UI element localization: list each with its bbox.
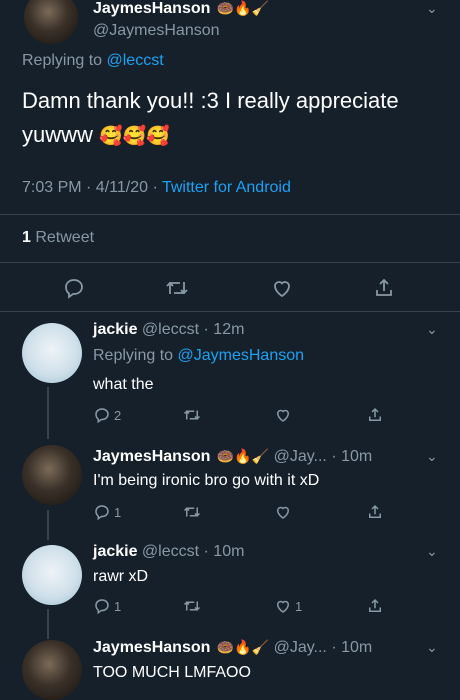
reply-handle-time: @leccst · 12m xyxy=(137,321,245,338)
retweet-count: 1 xyxy=(22,229,31,246)
reply-handle-time: @leccst · 10m xyxy=(137,543,245,560)
like-icon xyxy=(276,409,290,422)
replying-to-link[interactable]: @JaymesHanson xyxy=(178,347,305,364)
retweet-button[interactable] xyxy=(182,406,202,424)
chevron-down-icon[interactable]: ⌄ xyxy=(426,448,438,465)
reply-text: what the xyxy=(93,376,154,393)
share-icon xyxy=(369,407,381,421)
like-button[interactable]: 1 xyxy=(274,597,302,615)
tweet-client-link[interactable]: Twitter for Android xyxy=(162,179,291,196)
avatar[interactable] xyxy=(22,640,82,700)
share-button[interactable] xyxy=(366,503,384,521)
replying-prefix: Replying to xyxy=(22,52,107,69)
chevron-down-icon[interactable]: ⌄ xyxy=(426,639,438,656)
replying-prefix: Replying to xyxy=(93,347,178,364)
reply-count: 2 xyxy=(114,407,122,423)
reply-count: 1 xyxy=(114,598,122,614)
reply-header: jackie @leccst · 10m xyxy=(93,543,244,561)
avatar[interactable] xyxy=(22,445,82,505)
like-icon xyxy=(274,281,290,298)
like-icon xyxy=(276,506,290,519)
reply-header: JaymesHanson 🍩🔥🧹 @Jay... · 10m xyxy=(93,448,372,466)
reply-icon xyxy=(95,408,109,424)
thread-line xyxy=(47,609,49,639)
retweet-button[interactable] xyxy=(182,597,202,615)
reply-text: rawr xD xyxy=(93,568,149,585)
reply-handle-time: @Jay... · 10m xyxy=(269,639,373,656)
divider xyxy=(0,214,460,215)
retweet-button[interactable] xyxy=(164,276,190,300)
divider xyxy=(0,311,460,312)
tweet-meta: 7:03 PM · 4/11/20 · Twitter for Android xyxy=(22,179,291,197)
thread-line xyxy=(47,387,49,439)
share-icon xyxy=(369,504,381,518)
share-button[interactable] xyxy=(366,597,384,615)
reply-author-name[interactable]: jackie xyxy=(93,321,137,338)
divider xyxy=(0,262,460,263)
retweet-icon xyxy=(166,281,188,295)
author-name-row[interactable]: JaymesHanson 🍩🔥🧹 xyxy=(93,0,269,18)
reply-author-name[interactable]: JaymesHanson xyxy=(93,448,210,465)
avatar[interactable] xyxy=(24,0,78,44)
retweet-icon xyxy=(183,507,201,517)
retweet-label: Retweet xyxy=(30,229,95,246)
avatar[interactable] xyxy=(22,545,82,605)
name-emojis: 🍩🔥🧹 xyxy=(216,448,270,464)
reply-button[interactable]: 1 xyxy=(93,597,121,615)
share-icon xyxy=(376,278,392,296)
retweet-icon xyxy=(183,410,201,420)
share-icon xyxy=(369,598,381,612)
author-name: JaymesHanson xyxy=(93,0,211,17)
replying-to-line: Replying to @leccst xyxy=(22,52,164,70)
chevron-down-icon[interactable]: ⌄ xyxy=(426,0,438,17)
reply-button[interactable] xyxy=(62,276,86,300)
retweet-button[interactable] xyxy=(182,503,202,521)
like-button[interactable] xyxy=(274,406,292,424)
like-count: 1 xyxy=(295,598,303,614)
name-emojis: 🍩🔥🧹 xyxy=(216,639,270,655)
reply-handle-time: @Jay... · 10m xyxy=(269,448,373,465)
like-icon xyxy=(276,600,290,613)
reply-button[interactable]: 1 xyxy=(93,503,121,521)
retweet-stats[interactable]: 1 Retweet xyxy=(22,229,94,247)
tweet-text: Damn thank you!! :3 I really appreciate … xyxy=(22,84,452,154)
tweet-timestamp: 7:03 PM · 4/11/20 · xyxy=(22,179,162,196)
reply-icon xyxy=(95,505,109,521)
reply-icon xyxy=(95,599,109,615)
reply-author-name[interactable]: JaymesHanson xyxy=(93,639,210,656)
thread-line xyxy=(47,510,49,540)
like-button[interactable] xyxy=(270,276,294,300)
chevron-down-icon[interactable]: ⌄ xyxy=(426,321,438,338)
name-emojis: 🍩🔥🧹 xyxy=(216,0,270,16)
share-button[interactable] xyxy=(366,406,384,424)
reply-icon xyxy=(65,279,83,299)
tweet-emojis: 🥰🥰🥰 xyxy=(99,126,171,147)
avatar[interactable] xyxy=(22,323,82,383)
like-button[interactable] xyxy=(274,503,292,521)
reply-header: JaymesHanson 🍩🔥🧹 @Jay... · 10m xyxy=(93,639,372,657)
reply-text: I'm being ironic bro go with it xD xyxy=(93,472,320,489)
author-handle[interactable]: @JaymesHanson xyxy=(93,22,220,40)
reply-button[interactable]: 2 xyxy=(93,406,121,424)
tweet-body: Damn thank you!! :3 I really appreciate … xyxy=(22,88,399,147)
share-button[interactable] xyxy=(372,276,396,300)
replying-to-link[interactable]: @leccst xyxy=(107,52,164,69)
reply-author-name[interactable]: jackie xyxy=(93,543,137,560)
replying-to-line: Replying to @JaymesHanson xyxy=(93,347,304,365)
retweet-icon xyxy=(183,601,201,611)
reply-count: 1 xyxy=(114,504,122,520)
chevron-down-icon[interactable]: ⌄ xyxy=(426,543,438,560)
reply-header: jackie @leccst · 12m xyxy=(93,321,244,339)
reply-text: TOO MUCH LMFAOO xyxy=(93,664,251,681)
